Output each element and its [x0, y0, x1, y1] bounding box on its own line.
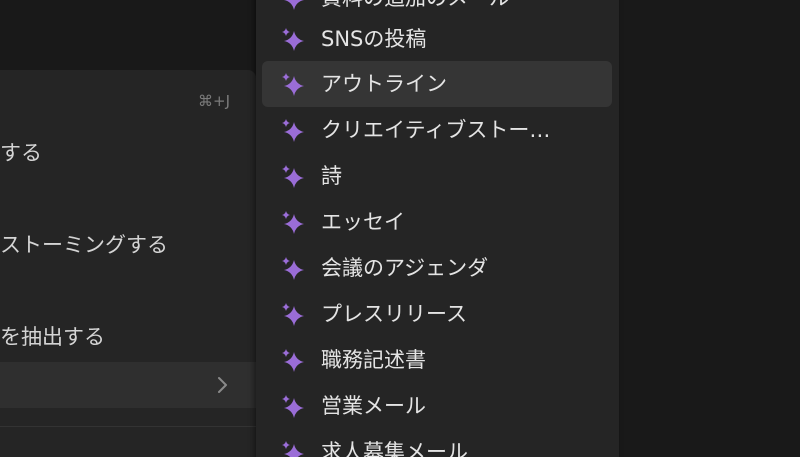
parent-menu: ⌘+J する ストーミングする を抽出する: [0, 70, 256, 457]
submenu-item[interactable]: クリエイティブストー…: [262, 107, 612, 153]
submenu-item-label: 会議のアジェンダ: [321, 256, 489, 280]
parent-menu-item-label: ストーミングする: [0, 233, 168, 257]
submenu-item-label: 営業メール: [321, 394, 426, 418]
sparkle-icon: [282, 119, 304, 142]
chevron-right-icon: [218, 377, 227, 393]
menu-divider: [0, 426, 256, 427]
submenu-item-label: 詩: [321, 164, 342, 188]
sparkle-icon: [284, 0, 304, 10]
sparkle-icon: [282, 165, 304, 188]
sparkle-icon: [282, 211, 304, 234]
submenu-item[interactable]: 職務記述書: [262, 337, 612, 383]
submenu-item[interactable]: SNSの投稿: [262, 16, 612, 62]
sparkle-icon: [282, 441, 304, 457]
submenu-item-label: プレスリリース: [321, 302, 467, 326]
submenu-item[interactable]: 会議のアジェンダ: [262, 245, 612, 291]
submenu-item[interactable]: 詩: [262, 153, 612, 199]
submenu-item[interactable]: プレスリリース: [262, 291, 612, 337]
submenu-item[interactable]: エッセイ: [262, 199, 612, 245]
submenu-item-label: クリエイティブストー…: [321, 118, 551, 142]
parent-menu-item-label: を抽出する: [0, 325, 105, 349]
submenu-item-label: 求人募集メール: [321, 440, 468, 457]
submenu-item-label: アウトライン: [321, 72, 447, 96]
submenu-item-label: 資料の追加のメール: [321, 0, 510, 13]
template-submenu: 資料の追加のメール SNSの投稿 アウトライン クリエイティブストー… 詩 エッ…: [256, 0, 619, 457]
sparkle-icon: [282, 28, 304, 51]
sparkle-icon: [282, 257, 304, 280]
sparkle-icon: [282, 73, 304, 96]
app-canvas: ⌘+J する ストーミングする を抽出する 資料の追加のメール SNSの投稿 ア…: [0, 0, 800, 457]
submenu-item[interactable]: 営業メール: [262, 383, 612, 429]
submenu-item-label: エッセイ: [321, 210, 405, 234]
submenu-item-active[interactable]: アウトライン: [262, 61, 612, 107]
submenu-item-label: SNSの投稿: [321, 27, 427, 51]
submenu-item[interactable]: 求人募集メール: [262, 429, 612, 457]
sparkle-icon: [282, 395, 304, 418]
sparkle-icon: [282, 303, 304, 326]
shortcut-hint: ⌘+J: [198, 92, 230, 110]
submenu-item-label: 職務記述書: [321, 348, 426, 372]
parent-menu-item-label: する: [0, 141, 42, 165]
sparkle-icon: [282, 349, 304, 372]
